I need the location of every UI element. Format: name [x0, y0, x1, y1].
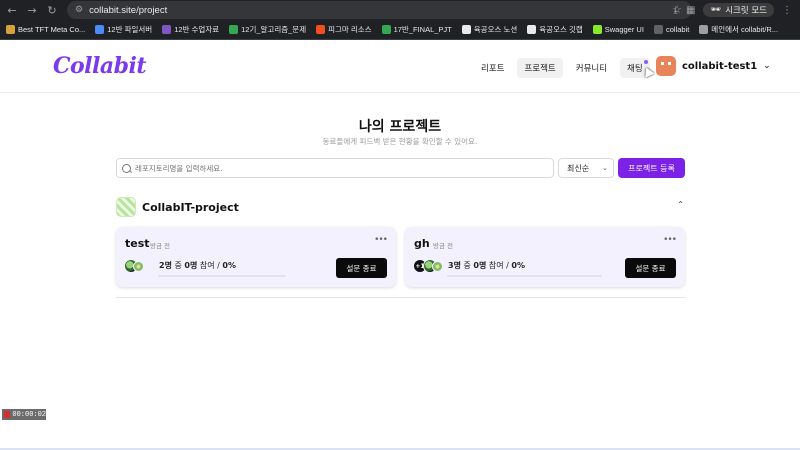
- recording-indicator: 00:00:02: [2, 409, 46, 420]
- bookmark-item[interactable]: collabit: [653, 25, 690, 34]
- bookmark-label: 12반 수업자료: [174, 25, 220, 34]
- bookmark-label: 피그마 리소스: [328, 25, 372, 34]
- bookmark-label: Swagger UI: [604, 25, 644, 34]
- bookmark-favicon-icon: [162, 25, 172, 34]
- end-survey-button[interactable]: 설문 종료: [336, 258, 387, 278]
- record-icon: [4, 411, 11, 418]
- menu-icon[interactable]: ⋮: [782, 5, 792, 16]
- bookmark-label: 17반_FINAL_PJT: [393, 25, 452, 34]
- bookmark-favicon-icon: [592, 25, 602, 34]
- bookmark-label: 육공오스 노션: [473, 25, 518, 34]
- sort-select[interactable]: 최신순 ⌄: [558, 158, 614, 178]
- bookmark-label: Best TFT Meta Co...: [18, 25, 86, 34]
- extensions-icon[interactable]: ▦: [686, 5, 695, 16]
- more-icon[interactable]: •••: [374, 235, 388, 245]
- bookmark-item[interactable]: 육공오스 노션: [461, 24, 518, 35]
- collabit-logo[interactable]: Collabit: [53, 53, 147, 79]
- notification-dot: [643, 60, 648, 64]
- nav-community[interactable]: 커뮤니티: [569, 58, 614, 78]
- bookmark-item[interactable]: Swagger UI: [592, 25, 644, 34]
- site-info-icon[interactable]: ⚙: [75, 5, 83, 15]
- bookmark-label: 육공오스 깃랩: [539, 25, 583, 34]
- bookmark-item[interactable]: 육공오스 깃랩: [527, 24, 583, 35]
- project-card[interactable]: gh 방금 전 ••• +1 3명 중 0명 참여 / 0% 설문 종료: [405, 227, 685, 287]
- participation-count: 2명 중 0명 참여 / 0%: [159, 261, 236, 270]
- project-status: 방금 전: [433, 242, 454, 250]
- project-title: test: [125, 237, 150, 250]
- chevron-up-icon[interactable]: ⌃: [677, 200, 684, 209]
- bookmark-favicon-icon: [6, 25, 15, 34]
- bookmark-label: 메인에서 collabit/R...: [711, 25, 779, 34]
- nav-report[interactable]: 리포트: [474, 58, 511, 78]
- participant-avatars: [124, 259, 144, 273]
- search-input[interactable]: [135, 163, 553, 173]
- nav-chat-label: 채팅: [627, 64, 643, 74]
- bookmark-favicon-icon: [95, 25, 105, 34]
- nav-project[interactable]: 프로젝트: [517, 58, 563, 78]
- main-nav: 리포트 프로젝트 커뮤니티 채팅: [474, 58, 650, 78]
- participation-count: 3명 중 0명 참여 / 0%: [448, 261, 525, 270]
- bookmark-favicon-icon: [527, 25, 537, 34]
- bookmark-label: 12기_알고리즘_문제: [241, 25, 307, 34]
- bookmark-item[interactable]: 12반 수업자료: [162, 24, 219, 35]
- bookmark-favicon-icon: [699, 25, 709, 34]
- project-status: 방금 전: [150, 242, 171, 250]
- chevron-down-icon: ⌄: [602, 164, 608, 172]
- back-icon[interactable]: ←: [4, 2, 20, 18]
- participant-avatar: [432, 260, 443, 272]
- forward-icon[interactable]: →: [24, 2, 40, 18]
- browser-toolbar: ← → ↻ ⚙ collabit.site/project ☆ ⤓ ▦ 🕶 시크…: [0, 0, 800, 20]
- bookmark-favicon-icon: [461, 25, 471, 34]
- user-avatar: [656, 56, 676, 76]
- participant-avatar: [133, 260, 144, 272]
- bookmark-favicon-icon: [381, 25, 391, 34]
- group-icon: [116, 197, 136, 217]
- project-group-header[interactable]: CollabIT-project ⌃: [116, 197, 686, 217]
- bookmark-item[interactable]: 피그마 리소스: [316, 24, 372, 35]
- section-divider: [116, 297, 686, 298]
- participant-avatars: +1: [413, 259, 443, 273]
- site-header: Collabit 리포트 프로젝트 커뮤니티 채팅 collabit-test1…: [0, 41, 800, 93]
- project-card[interactable]: test 방금 전 ••• 2명 중 0명 참여 / 0% 설문 종료: [116, 227, 396, 287]
- incognito-badge[interactable]: 🕶 시크릿 모드: [703, 3, 774, 17]
- bookmark-favicon-icon: [653, 25, 663, 34]
- group-name: CollabIT-project: [142, 200, 239, 214]
- project-title: gh: [414, 237, 430, 250]
- bookmark-favicon-icon: [316, 25, 326, 34]
- page-title: 나의 프로젝트: [358, 119, 442, 135]
- register-project-button[interactable]: 프로젝트 등록: [618, 158, 685, 178]
- bookmark-favicon-icon: [229, 25, 239, 34]
- bookmark-label: collabit: [665, 25, 690, 34]
- bookmark-item[interactable]: 12기_알고리즘_문제: [229, 24, 306, 35]
- sort-label: 최신순: [567, 163, 590, 173]
- search-box[interactable]: [116, 158, 554, 178]
- progress-bar: [158, 275, 286, 277]
- username: collabit-test1: [682, 60, 758, 72]
- end-survey-button[interactable]: 설문 종료: [625, 258, 676, 278]
- download-icon[interactable]: ⤓: [674, 5, 678, 16]
- reload-icon[interactable]: ↻: [44, 2, 60, 18]
- user-menu[interactable]: collabit-test1 ⌄: [656, 56, 771, 76]
- incognito-label: 시크릿 모드: [725, 6, 767, 16]
- bookmarks-bar: Best TFT Meta Co... 12반 파일서버 12반 수업자료 12기_알…: [0, 20, 800, 40]
- recording-time: 00:00:02: [12, 410, 46, 419]
- bookmark-item[interactable]: 12반 파일서버: [95, 24, 152, 35]
- bookmark-item[interactable]: 17반_FINAL_PJT: [381, 24, 452, 35]
- bookmark-item[interactable]: Best TFT Meta Co...: [6, 25, 85, 34]
- search-icon: [122, 163, 131, 173]
- address-bar[interactable]: ⚙ collabit.site/project ☆: [67, 1, 692, 19]
- more-icon[interactable]: •••: [663, 235, 677, 245]
- incognito-icon: 🕶: [710, 5, 722, 15]
- bookmark-item[interactable]: 메인에서 collabit/R...: [699, 24, 778, 35]
- bookmark-label: 12반 파일서버: [107, 25, 153, 34]
- page-subtitle: 동료들에게 피드백 받은 현황을 확인할 수 있어요.: [322, 137, 478, 146]
- progress-bar: [447, 275, 602, 277]
- chevron-down-icon: ⌄: [763, 61, 771, 71]
- address-url: collabit.site/project: [89, 4, 168, 16]
